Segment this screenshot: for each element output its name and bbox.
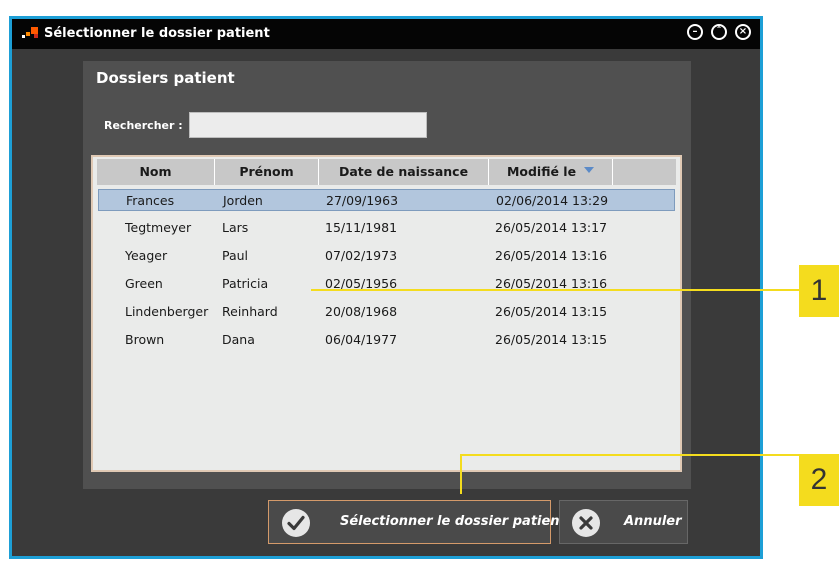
- column-header-date-de-naissance[interactable]: Date de naissance: [319, 159, 489, 185]
- cell-prenom: Jorden: [223, 193, 263, 208]
- cell-prenom: Dana: [222, 332, 255, 347]
- sort-descending-icon: [584, 167, 595, 173]
- cell-nom: Green: [125, 276, 163, 291]
- cell-date-naissance: 27/09/1963: [326, 193, 399, 208]
- cell-modifie-le: 26/05/2014 13:15: [495, 332, 608, 347]
- patient-table[interactable]: Nom Prénom Date de naissance Modifié le …: [91, 155, 682, 472]
- cell-prenom: Lars: [222, 220, 249, 235]
- maximize-icon[interactable]: ˆ: [711, 24, 727, 40]
- cell-prenom: Reinhard: [222, 304, 278, 319]
- select-patient-button[interactable]: Sélectionner le dossier patient: [268, 500, 566, 544]
- cell-date-naissance: 06/04/1977: [325, 332, 398, 347]
- table-row[interactable]: Frances Jorden 27/09/1963 02/06/2014 13:…: [98, 189, 675, 211]
- search-input[interactable]: [189, 112, 427, 138]
- window-title: Sélectionner le dossier patient: [44, 26, 270, 41]
- column-header-modifie-le[interactable]: Modifié le: [489, 159, 613, 185]
- callout-2-line: [462, 454, 799, 456]
- cancel-label: Annuler: [624, 514, 682, 529]
- cell-date-naissance: 02/05/1956: [325, 276, 398, 291]
- app-logo-icon: [22, 26, 40, 40]
- search-label: Rechercher :: [104, 119, 183, 132]
- cell-modifie-le: 26/05/2014 13:16: [495, 276, 608, 291]
- cell-nom: Tegtmeyer: [125, 220, 192, 235]
- cell-modifie-le: 26/05/2014 13:15: [495, 304, 608, 319]
- cell-prenom: Paul: [222, 248, 249, 263]
- panel-title: Dossiers patient: [96, 69, 235, 87]
- patient-files-panel: Dossiers patient Rechercher : Nom Prénom…: [83, 61, 691, 489]
- cell-nom: Yeager: [125, 248, 168, 263]
- callout-1-badge: 1: [799, 265, 839, 317]
- minimize-icon[interactable]: –: [687, 24, 703, 40]
- table-row[interactable]: Tegtmeyer Lars 15/11/1981 26/05/2014 13:…: [98, 217, 675, 239]
- callout-2-badge: 2: [799, 454, 839, 506]
- dialog-body: Dossiers patient Rechercher : Nom Prénom…: [12, 49, 760, 556]
- close-icon[interactable]: ×: [735, 24, 751, 40]
- patient-select-dialog: Sélectionner le dossier patient – ˆ × Do…: [9, 16, 763, 559]
- table-row[interactable]: Brown Dana 06/04/1977 26/05/2014 13:15: [98, 329, 675, 351]
- column-header-prenom[interactable]: Prénom: [215, 159, 319, 185]
- select-patient-label: Sélectionner le dossier patient: [340, 514, 566, 529]
- column-header-nom[interactable]: Nom: [97, 159, 215, 185]
- table-header: Nom Prénom Date de naissance Modifié le: [97, 159, 676, 185]
- cell-prenom: Patricia: [222, 276, 269, 291]
- cell-nom: Lindenberger: [125, 304, 209, 319]
- callout-1-line: [311, 289, 799, 291]
- cell-modifie-le: 02/06/2014 13:29: [496, 193, 609, 208]
- title-bar[interactable]: Sélectionner le dossier patient – ˆ ×: [12, 19, 760, 49]
- cancel-x-icon: [572, 509, 600, 537]
- table-row[interactable]: Lindenberger Reinhard 20/08/1968 26/05/2…: [98, 301, 675, 323]
- callout-2-line-vertical: [460, 454, 462, 494]
- table-row[interactable]: Green Patricia 02/05/1956 26/05/2014 13:…: [98, 273, 675, 295]
- cell-date-naissance: 20/08/1968: [325, 304, 398, 319]
- cell-modifie-le: 26/05/2014 13:16: [495, 248, 608, 263]
- cell-nom: Brown: [125, 332, 165, 347]
- cell-nom: Frances: [126, 193, 175, 208]
- cancel-button[interactable]: Annuler: [559, 500, 688, 544]
- table-row[interactable]: Yeager Paul 07/02/1973 26/05/2014 13:16: [98, 245, 675, 267]
- cell-date-naissance: 15/11/1981: [325, 220, 398, 235]
- checkmark-icon: [282, 509, 310, 537]
- cell-modifie-le: 26/05/2014 13:17: [495, 220, 608, 235]
- column-header-filler: [613, 159, 676, 185]
- cell-date-naissance: 07/02/1973: [325, 248, 398, 263]
